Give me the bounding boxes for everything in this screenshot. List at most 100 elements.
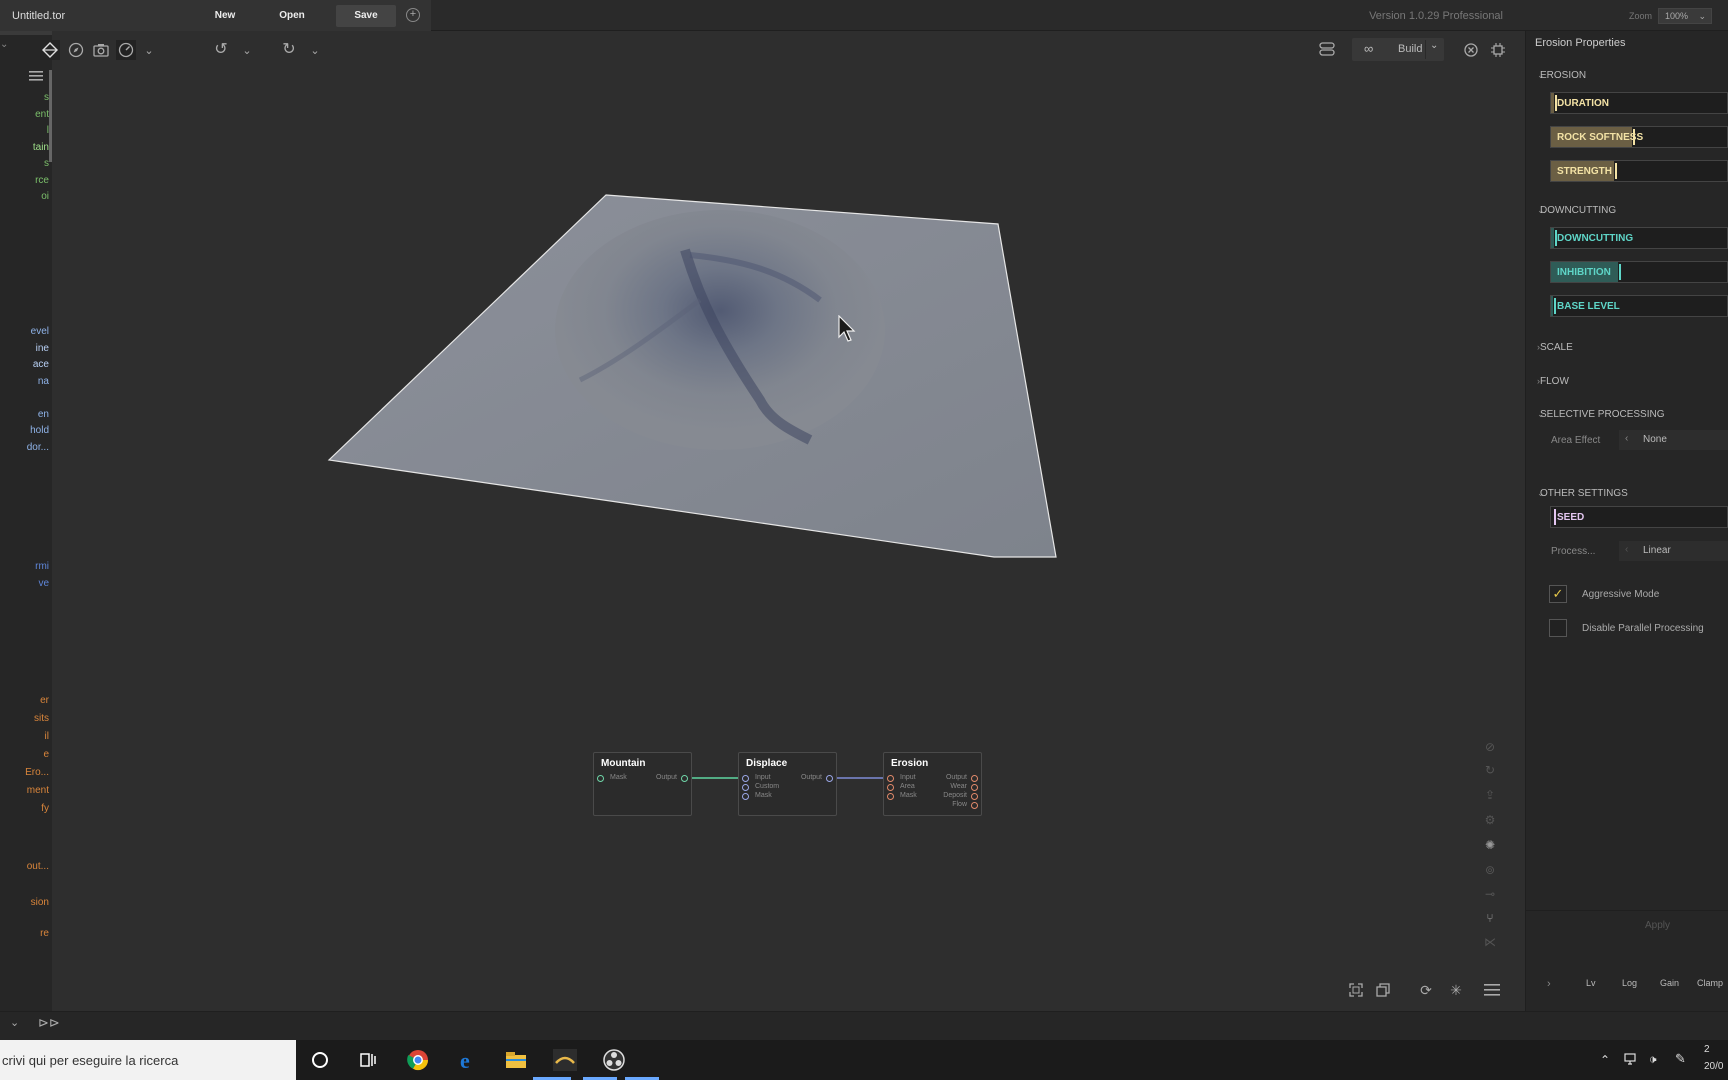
- input-port-dot[interactable]: [887, 793, 894, 800]
- slider-label: SEED: [1557, 512, 1585, 523]
- status-bar: [0, 1011, 1728, 1040]
- menu-icon[interactable]: [1482, 980, 1502, 1000]
- slider-marker[interactable]: [1554, 298, 1556, 314]
- output-port-dot[interactable]: [826, 775, 833, 782]
- output-port-dot[interactable]: [971, 775, 978, 782]
- chevron-left-icon[interactable]: ‹: [1625, 544, 1628, 555]
- file-explorer-icon[interactable]: [503, 1048, 529, 1072]
- section-erosion[interactable]: EROSION: [1540, 70, 1586, 81]
- seed-slider[interactable]: SEED: [1550, 506, 1728, 528]
- chrome-icon[interactable]: [405, 1048, 431, 1072]
- lv-button[interactable]: Lv: [1586, 978, 1596, 988]
- rock-softness-slider[interactable]: ROCK SOFTNESS: [1550, 126, 1728, 148]
- pen-icon[interactable]: ✎: [1675, 1051, 1686, 1067]
- node-connections: [685, 777, 888, 779]
- apply-button[interactable]: Apply: [1645, 920, 1670, 931]
- chevron-right-icon[interactable]: ›: [1547, 978, 1551, 990]
- branch-icon[interactable]: ⑂: [1480, 908, 1500, 928]
- area-effect-label: Area Effect: [1551, 435, 1601, 446]
- share-icon[interactable]: ⋉: [1480, 932, 1500, 952]
- node-title: Displace: [746, 758, 788, 769]
- duration-slider[interactable]: DURATION: [1550, 92, 1728, 114]
- input-port-dot[interactable]: [742, 793, 749, 800]
- input-port-dot[interactable]: [887, 775, 894, 782]
- window-icon[interactable]: [1373, 980, 1393, 1000]
- output-port-dot[interactable]: [971, 793, 978, 800]
- log-button[interactable]: Log: [1622, 978, 1637, 988]
- slider-marker: [1554, 509, 1556, 525]
- output-port-dot[interactable]: [971, 802, 978, 809]
- settings-icon[interactable]: ⚙: [1480, 810, 1500, 830]
- task-view-icon[interactable]: [355, 1048, 381, 1072]
- area-effect-select[interactable]: ‹ None: [1619, 430, 1728, 450]
- input-port-dot[interactable]: [887, 784, 894, 791]
- section-other-settings[interactable]: OTHER SETTINGS: [1540, 488, 1628, 499]
- spinner-icon[interactable]: ✺: [1480, 835, 1500, 855]
- graph-icon[interactable]: ✳: [1446, 980, 1466, 1000]
- aggressive-mode-checkbox[interactable]: ✓: [1549, 585, 1567, 603]
- clamp-button[interactable]: Clamp: [1697, 978, 1723, 988]
- panel-title: Erosion Properties: [1535, 37, 1626, 49]
- node-erosion[interactable]: Erosion Input Area Mask Output Wear Depo…: [883, 752, 982, 816]
- fit-view-icon[interactable]: [1346, 980, 1366, 1000]
- input-port-dot[interactable]: [742, 784, 749, 791]
- area-effect-value: None: [1643, 434, 1667, 445]
- slider-label: INHIBITION: [1557, 267, 1611, 278]
- slider-label: DURATION: [1557, 98, 1610, 109]
- section-downcutting[interactable]: DOWNCUTTING: [1540, 205, 1616, 216]
- apply-bar: [1525, 910, 1728, 940]
- strength-slider[interactable]: STRENGTH: [1550, 160, 1728, 182]
- gaea-app-icon[interactable]: [552, 1048, 578, 1072]
- slider-marker[interactable]: [1619, 264, 1621, 280]
- port-label: Wear: [950, 783, 967, 790]
- chevron-left-icon[interactable]: ‹: [1625, 433, 1628, 444]
- input-port-dot[interactable]: [742, 775, 749, 782]
- pin-icon[interactable]: ⊸: [1480, 884, 1500, 904]
- clock-time[interactable]: 2: [1704, 1044, 1710, 1055]
- port-label: Mask: [900, 792, 917, 799]
- slider-label: DOWNCUTTING: [1557, 233, 1634, 244]
- clock-date[interactable]: 20/0: [1704, 1061, 1723, 1072]
- export-icon[interactable]: ⇪: [1480, 785, 1500, 805]
- output-port-dot[interactable]: [681, 775, 688, 782]
- node-mountain[interactable]: Mountain Mask Output: [593, 752, 692, 816]
- taskbar-search-input[interactable]: crivi qui per eseguire la ricerca: [0, 1040, 296, 1080]
- section-flow[interactable]: FLOW: [1540, 376, 1569, 387]
- volume-icon[interactable]: 🕩: [1649, 1052, 1657, 1067]
- chevron-down-icon[interactable]: ⌄: [10, 1016, 19, 1029]
- disable-parallel-checkbox[interactable]: [1549, 619, 1567, 637]
- port-label: Input: [755, 774, 771, 781]
- process-label: Process...: [1551, 546, 1596, 557]
- base-level-slider[interactable]: BASE LEVEL: [1550, 295, 1728, 317]
- edge-icon[interactable]: e: [455, 1048, 481, 1073]
- fast-forward-icon[interactable]: ⊳⊳: [38, 1015, 60, 1031]
- disable-parallel-label: Disable Parallel Processing: [1582, 623, 1704, 634]
- input-port-dot[interactable]: [597, 775, 604, 782]
- node-title: Erosion: [891, 758, 929, 769]
- refresh-icon[interactable]: ⟳: [1416, 980, 1436, 1000]
- port-label: Mask: [610, 774, 627, 781]
- port-label: Mask: [755, 792, 772, 799]
- disable-icon[interactable]: ⊘: [1480, 737, 1500, 757]
- port-label: Flow: [952, 801, 967, 808]
- section-selective-processing[interactable]: SELECTIVE PROCESSING: [1540, 409, 1664, 420]
- gain-button[interactable]: Gain: [1660, 978, 1679, 988]
- link-icon[interactable]: ⊚: [1480, 860, 1500, 880]
- obs-icon[interactable]: [601, 1048, 627, 1072]
- network-icon[interactable]: [1624, 1052, 1640, 1066]
- port-label: Custom: [755, 783, 780, 790]
- slider-label: STRENGTH: [1557, 166, 1612, 177]
- output-port-dot[interactable]: [971, 784, 978, 791]
- cortana-icon[interactable]: [307, 1048, 333, 1072]
- port-label: Input: [900, 774, 916, 781]
- section-scale[interactable]: SCALE: [1540, 342, 1573, 353]
- inhibition-slider[interactable]: INHIBITION: [1550, 261, 1728, 283]
- downcutting-slider[interactable]: DOWNCUTTING: [1550, 227, 1728, 249]
- port-label: Area: [900, 783, 915, 790]
- node-displace[interactable]: Displace Input Custom Mask Output: [738, 752, 837, 816]
- refresh-icon[interactable]: ↻: [1480, 760, 1500, 780]
- port-label: Output: [800, 774, 822, 781]
- slider-marker[interactable]: [1615, 163, 1617, 179]
- chevron-up-icon[interactable]: ⌃: [1600, 1053, 1610, 1067]
- process-select[interactable]: ‹ Linear: [1619, 541, 1728, 561]
